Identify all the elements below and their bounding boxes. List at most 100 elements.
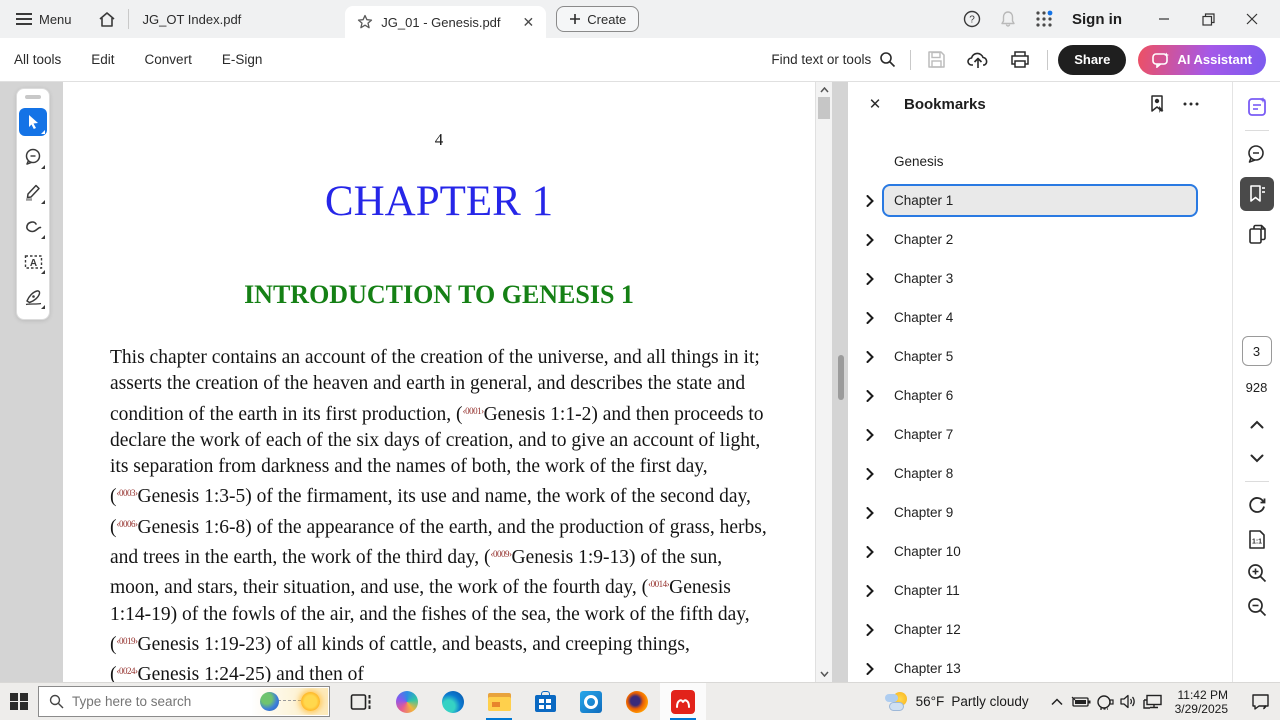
upload-cloud-button[interactable] [961, 44, 995, 76]
action-center-button[interactable] [1240, 683, 1280, 720]
comments-panel-button[interactable] [1240, 137, 1274, 171]
expand-chevron-icon[interactable] [848, 507, 882, 519]
expand-chevron-icon[interactable] [848, 585, 882, 597]
all-tools-menu[interactable]: All tools [14, 52, 61, 67]
bookmark-item-chapter-11[interactable]: Chapter 11 [848, 571, 1212, 610]
expand-chevron-icon[interactable] [848, 624, 882, 636]
scripture-reference-marker[interactable]: 0014 [648, 579, 669, 589]
file-explorer-button[interactable] [476, 683, 522, 720]
bookmark-label[interactable]: Chapter 12 [882, 613, 1198, 646]
weather-widget[interactable]: 56°F Partly cloudy [885, 691, 1029, 713]
expand-chevron-icon[interactable] [848, 663, 882, 675]
drag-handle[interactable] [25, 95, 41, 99]
bookmark-label[interactable]: Chapter 9 [882, 496, 1198, 529]
volume-tray-button[interactable] [1117, 683, 1141, 720]
app-launcher-button[interactable] [1028, 4, 1060, 34]
battery-tray-button[interactable] [1069, 683, 1093, 720]
document-scrollbar[interactable] [815, 82, 832, 682]
select-tool-button[interactable] [19, 108, 47, 136]
save-button[interactable] [919, 44, 953, 76]
ai-assistant-button[interactable]: AI Assistant [1138, 45, 1266, 75]
bookmark-item-chapter-2[interactable]: Chapter 2 [848, 220, 1212, 259]
expand-chevron-icon[interactable] [848, 351, 882, 363]
pages-panel-button[interactable] [1240, 217, 1274, 251]
bookmark-label[interactable]: Chapter 11 [882, 574, 1198, 607]
tab-close-icon[interactable]: ✕ [523, 14, 535, 31]
add-bookmark-icon[interactable] [1148, 94, 1168, 114]
expand-chevron-icon[interactable] [848, 468, 882, 480]
bookmark-item-chapter-5[interactable]: Chapter 5 [848, 337, 1212, 376]
bookmark-label[interactable]: Chapter 3 [882, 262, 1198, 295]
scripture-reference-marker[interactable]: 0019 [117, 636, 138, 646]
fit-page-button[interactable]: 1:1 [1240, 522, 1274, 556]
bookmark-item-genesis[interactable]: Genesis [848, 142, 1212, 181]
comment-tool-button[interactable] [19, 143, 47, 171]
bookmark-item-chapter-6[interactable]: Chapter 6 [848, 376, 1212, 415]
draw-tool-button[interactable] [19, 213, 47, 241]
network-tray-button[interactable] [1141, 683, 1165, 720]
print-button[interactable] [1003, 44, 1037, 76]
camera-tray-button[interactable] [1093, 683, 1117, 720]
find-text-button[interactable]: Find text or tools [771, 51, 896, 68]
bookmark-label[interactable]: Chapter 10 [882, 535, 1198, 568]
close-button[interactable] [1232, 4, 1272, 34]
edge-button[interactable] [430, 683, 476, 720]
bookmark-item-chapter-12[interactable]: Chapter 12 [848, 610, 1212, 649]
zoom-out-button[interactable] [1240, 590, 1274, 624]
bookmark-label[interactable]: Chapter 8 [882, 457, 1198, 490]
esign-menu[interactable]: E-Sign [222, 52, 263, 67]
ai-assistant-panel-button[interactable] [1240, 90, 1274, 124]
hidden-icons-button[interactable] [1045, 683, 1069, 720]
restore-button[interactable] [1188, 4, 1228, 34]
bookmarks-panel-button[interactable] [1240, 177, 1274, 211]
bookmark-label[interactable]: Chapter 13 [882, 652, 1198, 685]
bookmark-label[interactable]: Chapter 6 [882, 379, 1198, 412]
home-button[interactable] [86, 11, 128, 28]
bookmark-label[interactable]: Chapter 7 [882, 418, 1198, 451]
firefox-button[interactable] [614, 683, 660, 720]
bookmark-item-chapter-7[interactable]: Chapter 7 [848, 415, 1212, 454]
highlight-tool-button[interactable] [19, 178, 47, 206]
convert-menu[interactable]: Convert [145, 52, 192, 67]
help-button[interactable]: ? [956, 4, 988, 34]
current-page-input[interactable]: 3 [1242, 336, 1272, 366]
taskbar-search[interactable] [38, 686, 330, 717]
share-button[interactable]: Share [1058, 45, 1126, 75]
scrollbar-thumb[interactable] [818, 97, 830, 119]
tab-jg-ot-index[interactable]: JG_OT Index.pdf [129, 0, 256, 38]
scripture-reference-marker[interactable]: 0001 [463, 406, 484, 416]
bookmark-label[interactable]: Chapter 5 [882, 340, 1198, 373]
scripture-reference-marker[interactable]: 0009 [490, 549, 511, 559]
panel-resize-handle[interactable] [838, 355, 844, 400]
notifications-button[interactable] [992, 4, 1024, 34]
rotate-page-button[interactable] [1240, 488, 1274, 522]
start-button[interactable] [0, 683, 38, 720]
expand-chevron-icon[interactable] [848, 429, 882, 441]
expand-chevron-icon[interactable] [848, 390, 882, 402]
search-input[interactable] [72, 694, 222, 709]
expand-chevron-icon[interactable] [848, 312, 882, 324]
menu-button[interactable]: Menu [0, 12, 86, 27]
bookmark-label[interactable]: Genesis [882, 145, 1198, 178]
expand-chevron-icon[interactable] [848, 195, 882, 207]
scripture-reference-marker[interactable]: 0024 [117, 666, 138, 676]
expand-chevron-icon[interactable] [848, 234, 882, 246]
expand-chevron-icon[interactable] [848, 546, 882, 558]
bookmark-item-chapter-9[interactable]: Chapter 9 [848, 493, 1212, 532]
bing-daily-image[interactable] [252, 688, 328, 715]
bookmark-item-chapter-8[interactable]: Chapter 8 [848, 454, 1212, 493]
scripture-reference-marker[interactable]: 0003 [117, 488, 138, 498]
microsoft-store-button[interactable] [522, 683, 568, 720]
sign-in-button[interactable]: Sign in [1072, 11, 1122, 28]
scroll-up-icon[interactable] [816, 82, 832, 98]
tab-jg-01-genesis[interactable]: JG_01 - Genesis.pdf ✕ [345, 6, 546, 38]
scroll-down-icon[interactable] [816, 666, 832, 682]
bookmark-item-chapter-10[interactable]: Chapter 10 [848, 532, 1212, 571]
zoom-in-button[interactable] [1240, 556, 1274, 590]
create-button[interactable]: Create [556, 6, 639, 32]
sign-tool-button[interactable] [19, 283, 47, 311]
bookmark-label[interactable]: Chapter 1 [882, 184, 1198, 217]
previous-page-button[interactable] [1240, 407, 1274, 441]
add-text-tool-button[interactable]: A [19, 248, 47, 276]
bookmarks-close-button[interactable]: ✕ [862, 91, 888, 117]
